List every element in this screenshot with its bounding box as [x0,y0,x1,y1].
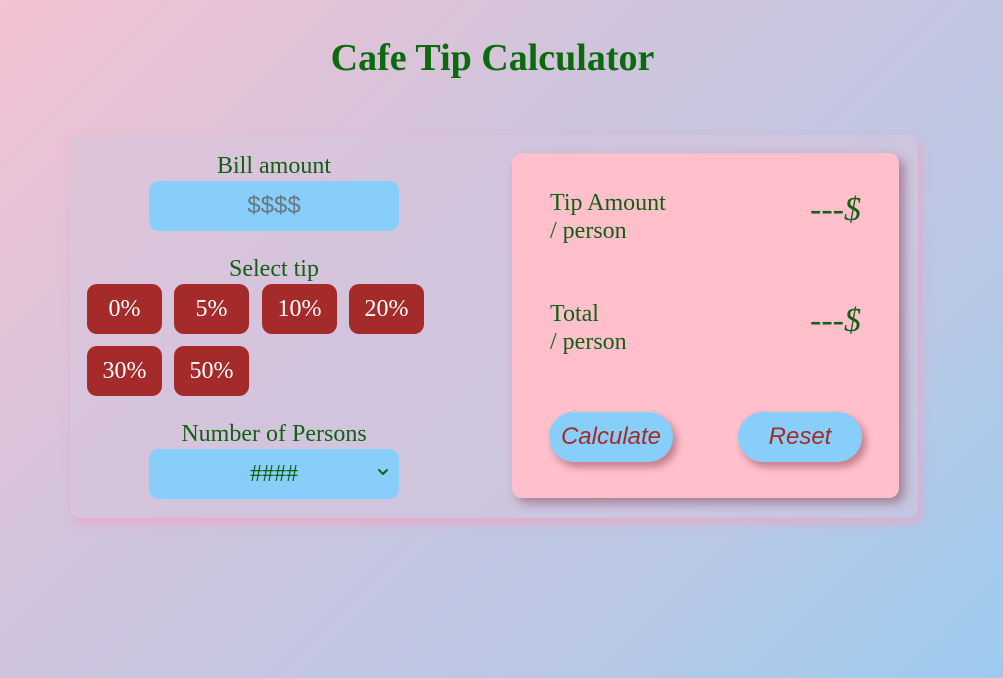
tip-button-10[interactable]: 10% [262,284,337,334]
tip-button-0[interactable]: 0% [87,284,162,334]
calculator-card: Bill amount Select tip 0% 5% 10% 20% 30%… [70,135,918,518]
reset-button[interactable]: Reset [738,412,862,462]
bill-amount-input[interactable] [149,181,399,231]
calculate-button[interactable]: Calculate [549,412,673,462]
bill-amount-label: Bill amount [217,153,331,179]
number-of-persons-label: Number of Persons [181,421,367,447]
persons-select[interactable]: #### [149,449,399,499]
tip-button-30[interactable]: 30% [87,346,162,396]
total-label-line2: / person [550,329,627,355]
persons-select-value: #### [250,460,298,487]
tip-button-5[interactable]: 5% [174,284,249,334]
result-panel: Tip Amount / person ---$ Total / person … [512,153,899,498]
tip-amount-value: ---$ [810,191,861,229]
tip-amount-label: Tip Amount / person [550,189,666,245]
chevron-down-icon [378,469,388,475]
total-label: Total / person [550,300,627,356]
page-title: Cafe Tip Calculator [330,37,655,79]
tip-currency-symbol: $ [844,191,861,228]
tip-amount-label-line1: Tip Amount [550,190,666,216]
total-dashes: --- [810,302,844,339]
total-value: ---$ [810,302,861,340]
tip-button-20[interactable]: 20% [349,284,424,334]
tip-amount-label-line2: / person [550,218,627,244]
total-label-line1: Total [550,301,599,327]
total-currency-symbol: $ [844,302,861,339]
tip-button-50[interactable]: 50% [174,346,249,396]
select-tip-label: Select tip [229,256,319,282]
tip-amount-dashes: --- [810,191,844,228]
